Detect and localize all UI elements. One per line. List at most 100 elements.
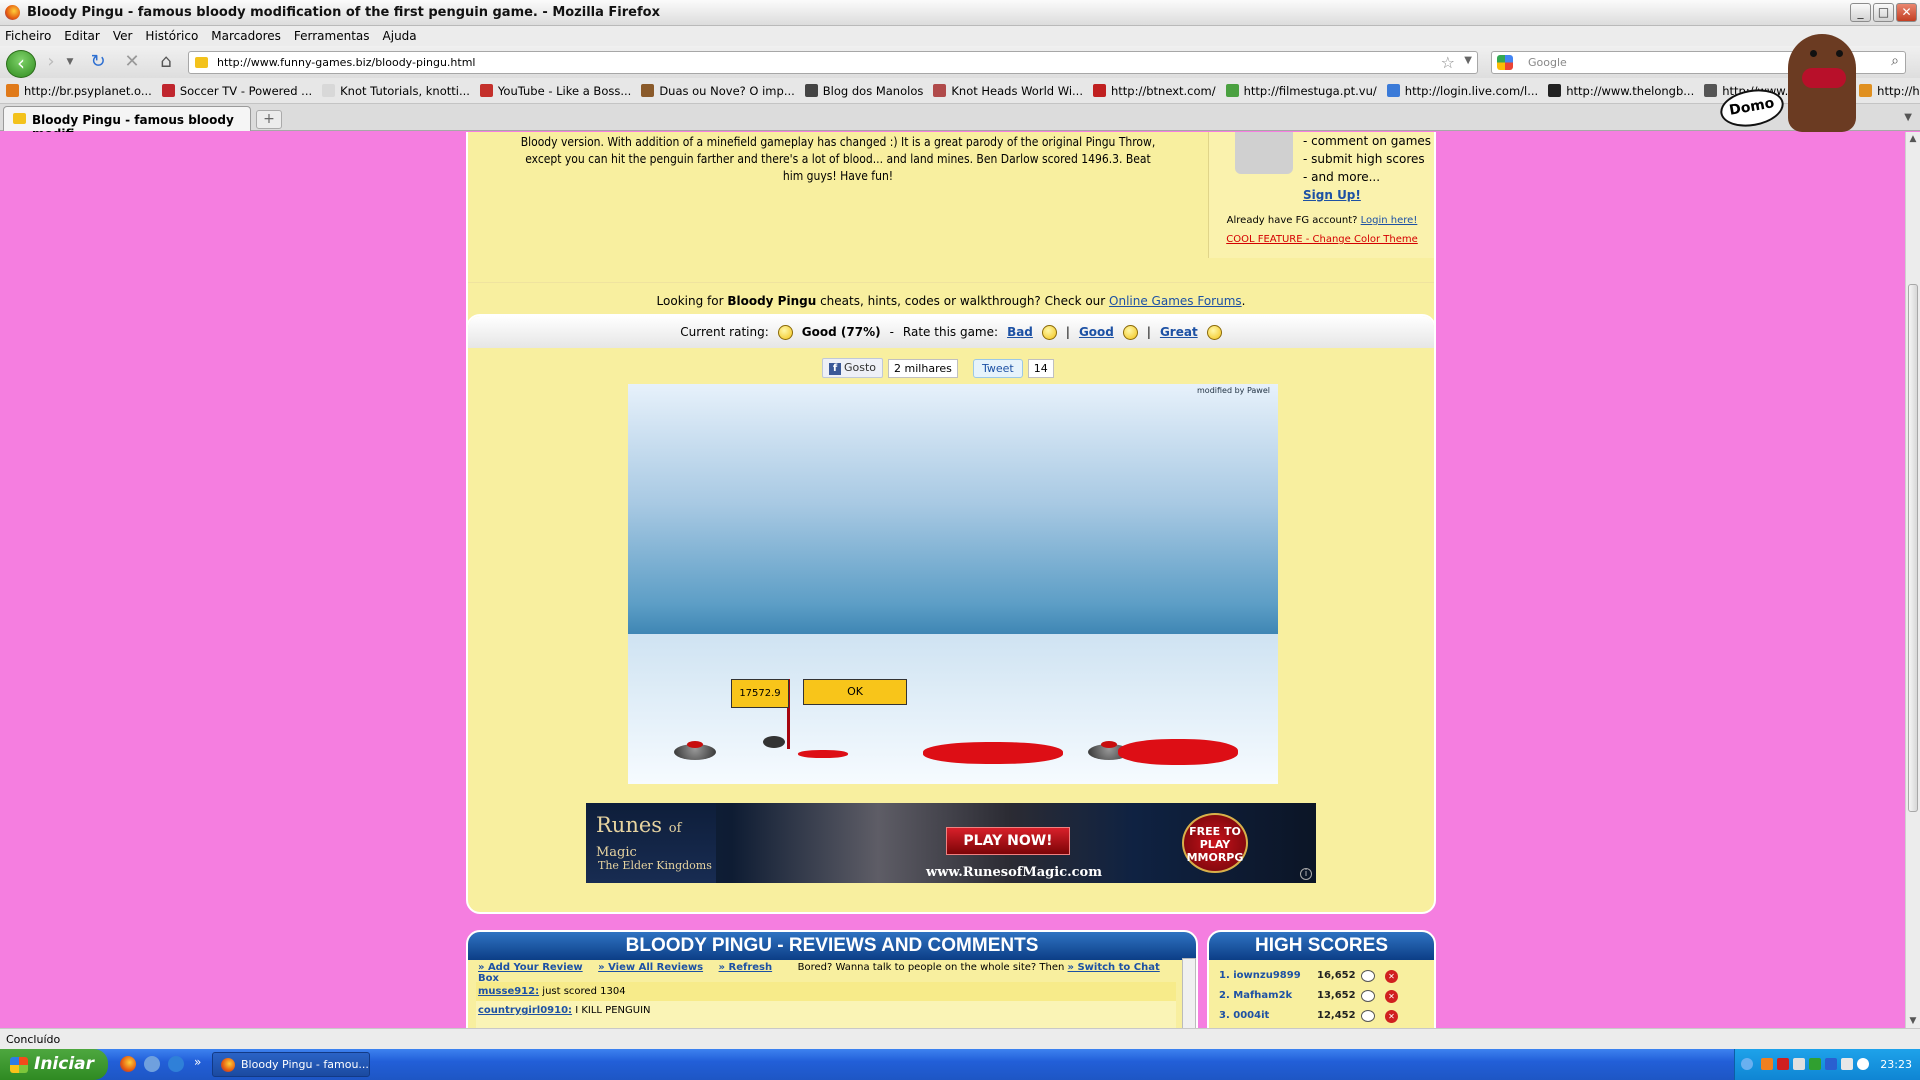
view-eye-icon[interactable] [1361,970,1375,982]
history-dropdown-icon[interactable]: ▼ [64,50,76,74]
high-score-name[interactable]: 3. 0004it [1219,1010,1317,1023]
bookmark-item[interactable]: http://login.live.com/l... [1386,84,1538,98]
reviews-scrollbar[interactable] [1182,958,1196,1028]
search-input[interactable]: Google [1528,56,1567,69]
bookmark-favicon-icon [322,84,336,97]
bookmark-star-icon[interactable]: ☆ [1441,53,1455,72]
runes-of-magic-ad[interactable]: Runes of Magic The Elder Kingdoms PLAY N… [586,803,1316,883]
view-eye-icon[interactable] [1361,990,1375,1002]
bookmark-item[interactable]: YouTube - Like a Boss... [479,84,631,98]
back-button[interactable]: ‹ [6,50,36,78]
bookmark-item[interactable]: http://www.thelongb... [1548,84,1694,98]
status-text: Concluído [6,1033,61,1046]
bookmark-item[interactable]: Soccer TV - Powered ... [161,84,312,98]
tray-expand-icon[interactable] [1741,1058,1753,1070]
domo-eye [1810,50,1817,57]
page-scrollbar[interactable]: ▲ ▼ [1905,132,1920,1028]
bookmark-item[interactable]: Knot Tutorials, knotti... [322,84,470,98]
tray-app-icon[interactable] [1793,1058,1805,1070]
bookmark-item[interactable]: Knot Heads World Wi... [933,84,1083,98]
sad-smiley-icon[interactable] [1041,324,1057,340]
cool-feature-link[interactable]: COOL FEATURE [1226,234,1302,245]
minimize-button[interactable]: _ [1850,3,1871,22]
menu-historico[interactable]: Histórico [145,26,198,46]
menu-ajuda[interactable]: Ajuda [383,26,417,46]
delete-x-icon[interactable]: ✕ [1385,1010,1398,1023]
tray-volume-icon[interactable] [1841,1058,1853,1070]
rate-bad-link[interactable]: Bad [1007,325,1033,339]
magnifier-icon[interactable]: ⌕ [1891,53,1899,69]
quicklaunch-more-icon[interactable]: » [194,1055,201,1069]
ad-free-badge: FREE TO PLAY MMORPG [1182,813,1248,873]
add-review-link[interactable]: » Add Your Review [478,962,583,973]
bookmark-item[interactable]: http://br.psyplanet.o... [6,84,152,98]
game-score-display: 17572.9 [731,679,789,708]
internet-explorer-icon[interactable] [168,1056,184,1072]
online-games-forums-link[interactable]: Online Games Forums [1109,294,1242,308]
rate-good-link[interactable]: Good [1079,325,1114,339]
game-ok-button[interactable]: OK [803,679,907,705]
tray-network-icon[interactable] [1825,1058,1837,1070]
bookmark-item[interactable]: Duas ou Nove? O imp... [641,84,795,98]
tab-list-icon[interactable]: ▼ [1904,112,1912,123]
scrollbar-thumb[interactable] [1908,284,1918,812]
menu-ficheiro[interactable]: Ficheiro [5,26,51,46]
scroll-down-icon[interactable]: ▼ [1908,1016,1918,1026]
tray-app-icon[interactable] [1809,1058,1821,1070]
facebook-like-button[interactable]: f Gosto [822,358,884,378]
tray-app-icon[interactable] [1761,1058,1773,1070]
high-score-value: 13,652 [1317,990,1356,1001]
tab-bloody-pingu[interactable]: Bloody Pingu - famous bloody modifi... [3,106,251,141]
happy-smiley-icon[interactable] [1206,324,1222,340]
show-desktop-icon[interactable] [144,1056,160,1072]
high-score-name[interactable]: 1. iownzu9899 [1219,970,1317,983]
close-button[interactable]: ✕ [1896,3,1917,22]
reload-icon[interactable]: ↻ [86,50,110,74]
menu-bar: Ficheiro Editar Ver Histórico Marcadores… [0,26,1920,46]
forward-button[interactable]: › [40,50,62,74]
scroll-up-icon[interactable]: ▲ [1908,134,1918,144]
menu-ver[interactable]: Ver [113,26,133,46]
new-tab-button[interactable]: + [256,110,282,129]
title-bar: Bloody Pingu - famous bloody modificatio… [0,0,1920,26]
review-text: I KILL PENGUIN [572,1005,651,1016]
firefox-quicklaunch-icon[interactable] [120,1056,136,1072]
tweet-button[interactable]: Tweet [973,358,1023,378]
rate-great-link[interactable]: Great [1160,325,1198,339]
taskbar-firefox-window[interactable]: Bloody Pingu - famou... [212,1052,370,1077]
ad-info-icon[interactable]: i [1300,868,1312,880]
tray-app-icon[interactable] [1777,1058,1789,1070]
cool-smiley-icon[interactable] [1122,324,1138,340]
google-icon[interactable] [1497,55,1513,70]
menu-marcadores[interactable]: Marcadores [211,26,281,46]
view-all-reviews-link[interactable]: » View All Reviews [598,962,703,973]
start-label: Iniciar [34,1054,95,1074]
flash-game-canvas[interactable]: modified by Pawel 17572.9 OK [628,384,1278,784]
bookmark-item[interactable]: http://btnext.com/ [1093,84,1216,98]
view-eye-icon[interactable] [1361,1010,1375,1022]
high-score-value: 16,652 [1317,970,1356,981]
home-icon[interactable]: ⌂ [154,50,178,74]
url-text[interactable]: http://www.funny-games.biz/bloody-pingu.… [217,56,475,69]
bookmark-item[interactable]: http://filmestuga.pt.vu/ [1225,84,1377,98]
review-user-link[interactable]: musse912: [478,986,539,997]
start-button[interactable]: Iniciar [0,1049,108,1080]
url-bar[interactable]: http://www.funny-games.biz/bloody-pingu.… [188,51,1478,74]
ad-play-now-button[interactable]: PLAY NOW! [946,827,1070,855]
url-dropdown-icon[interactable]: ▼ [1464,55,1472,66]
delete-x-icon[interactable]: ✕ [1385,970,1398,983]
refresh-link[interactable]: » Refresh [719,962,773,973]
review-user-link[interactable]: countrygirl0910: [478,1005,572,1016]
delete-x-icon[interactable]: ✕ [1385,990,1398,1003]
bookmark-item[interactable]: Blog dos Manolos [804,84,923,98]
change-color-theme-link[interactable]: Change Color Theme [1313,234,1418,245]
signup-link[interactable]: Sign Up! [1303,188,1361,202]
tray-app-icon[interactable] [1857,1058,1869,1070]
login-link[interactable]: Login here! [1361,215,1418,226]
windows-taskbar: Iniciar » Bloody Pingu - famou... 23:23 [0,1049,1920,1080]
high-score-name[interactable]: 2. Mafham2k [1219,990,1317,1003]
stop-icon[interactable]: ✕ [120,50,144,74]
maximize-button[interactable]: □ [1873,3,1894,22]
menu-editar[interactable]: Editar [64,26,100,46]
menu-ferramentas[interactable]: Ferramentas [294,26,370,46]
